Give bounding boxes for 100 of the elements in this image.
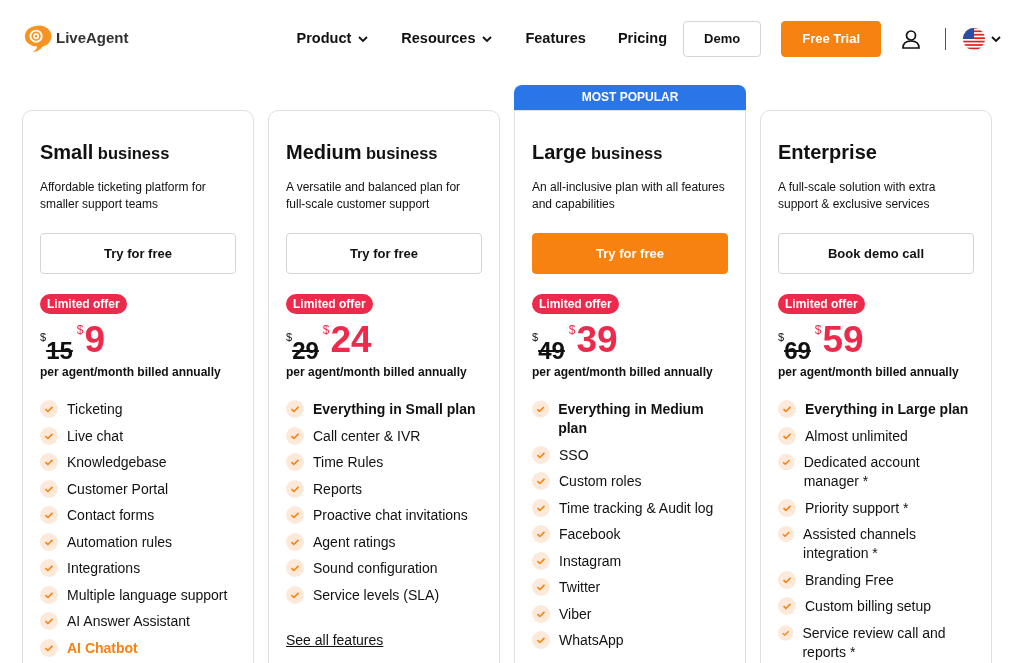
plan-name-suffix: business bbox=[366, 144, 438, 162]
nav-link[interactable]: Features bbox=[525, 27, 586, 50]
check-icon bbox=[40, 638, 58, 657]
feature-text: Proactive chat invitations bbox=[313, 506, 468, 525]
billing-note: per agent/month billed annually bbox=[40, 364, 222, 381]
feature-text: Everything in Medium plan bbox=[558, 400, 705, 438]
offer-badge: Limited offer bbox=[40, 294, 127, 314]
check-icon bbox=[40, 453, 58, 471]
flag-icon[interactable] bbox=[962, 26, 986, 51]
feature-text: Priority support * bbox=[805, 498, 909, 518]
check-icon bbox=[40, 559, 58, 577]
check-icon bbox=[286, 559, 304, 577]
check-icon bbox=[40, 585, 58, 604]
currency-symbol: $ bbox=[568, 322, 576, 339]
feature-text: Time tracking & Audit log bbox=[559, 498, 714, 518]
old-price: 15 bbox=[46, 336, 73, 366]
feature-text: Customer Portal bbox=[67, 479, 169, 499]
currency-symbol: $ bbox=[286, 330, 293, 343]
feature-text: Custom billing setup bbox=[805, 597, 932, 616]
feature-text: Everything in Small plan bbox=[313, 400, 476, 419]
plan-name: Medium bbox=[286, 141, 362, 163]
currency-symbol: $ bbox=[40, 330, 47, 345]
check-icon bbox=[286, 506, 304, 524]
plan-name: Small bbox=[40, 141, 94, 163]
billing-note: per agent/month billed annually bbox=[778, 364, 960, 381]
cta-button[interactable]: Try for free bbox=[40, 233, 236, 274]
feature-text: Branding Free bbox=[805, 570, 894, 590]
old-price: 49 bbox=[538, 337, 565, 366]
check-icon bbox=[778, 623, 794, 642]
currency-symbol: $ bbox=[778, 330, 785, 343]
currency-symbol: $ bbox=[322, 322, 330, 339]
feature-text: AI Chatbot bbox=[67, 638, 138, 658]
feature-text: Knowledgebase bbox=[67, 453, 167, 472]
check-icon bbox=[532, 400, 550, 418]
check-icon bbox=[532, 498, 550, 517]
offer-badge: Limited offer bbox=[532, 294, 619, 314]
feature-text: Dedicated account manager * bbox=[803, 453, 921, 491]
nav-link[interactable]: Product bbox=[296, 27, 370, 50]
feature-text: Agent ratings bbox=[313, 532, 396, 552]
feature-text: Ticketing bbox=[67, 400, 123, 419]
feature-text: Call center & IVR bbox=[313, 426, 421, 446]
feature-text: Reports bbox=[313, 479, 363, 499]
check-icon bbox=[778, 597, 796, 615]
check-icon bbox=[286, 453, 304, 471]
plan-description: An all-inclusive plan with all features and capabilities bbox=[532, 179, 726, 213]
feature-text: Custom roles bbox=[559, 472, 642, 491]
plan-description: A versatile and balanced plan for full-scale customer support bbox=[286, 179, 462, 213]
cta-button[interactable]: Book demo call bbox=[778, 233, 974, 274]
check-icon bbox=[532, 578, 550, 596]
check-icon bbox=[532, 551, 550, 570]
check-icon bbox=[40, 479, 58, 498]
check-icon bbox=[286, 426, 304, 445]
check-icon bbox=[40, 426, 58, 445]
plan-name: Large bbox=[532, 141, 587, 163]
check-icon bbox=[532, 472, 550, 490]
check-icon bbox=[532, 631, 550, 649]
plan-description: Affordable ticketing platform for smaller support teams bbox=[40, 179, 207, 213]
offer-badge: Limited offer bbox=[286, 294, 373, 314]
feature-text: Automation rules bbox=[67, 532, 173, 552]
feature-text: Live chat bbox=[67, 426, 124, 446]
cta-button[interactable]: Try for free bbox=[286, 233, 482, 274]
feature-text: WhatsApp bbox=[559, 631, 624, 650]
check-icon bbox=[286, 400, 304, 418]
currency-symbol: $ bbox=[76, 322, 84, 339]
feature-text: Contact forms bbox=[67, 506, 155, 525]
offer-badge: Limited offer bbox=[778, 294, 865, 314]
billing-note: per agent/month billed annually bbox=[286, 364, 468, 381]
demo-button[interactable]: Demo bbox=[683, 20, 762, 57]
check-icon bbox=[40, 506, 58, 524]
check-icon bbox=[778, 498, 796, 517]
nav-link[interactable]: Resources bbox=[401, 27, 494, 50]
check-icon bbox=[40, 532, 58, 551]
check-icon bbox=[532, 445, 550, 464]
check-icon bbox=[778, 426, 796, 445]
check-icon bbox=[532, 604, 550, 623]
discounted-price: 24 bbox=[330, 321, 372, 359]
logo-text[interactable]: LiveAgent bbox=[56, 27, 129, 50]
check-icon bbox=[778, 400, 796, 418]
see-all-features-link[interactable]: See all features bbox=[286, 630, 384, 651]
old-price: 69 bbox=[784, 337, 811, 366]
feature-text: Viber bbox=[559, 604, 592, 624]
check-icon bbox=[532, 525, 550, 543]
feature-text: Time Rules bbox=[313, 453, 384, 472]
feature-text: Almost unlimited bbox=[805, 426, 908, 446]
feature-text: Service levels (SLA) bbox=[313, 585, 440, 605]
nav-link[interactable]: Pricing bbox=[617, 27, 668, 50]
check-icon bbox=[286, 479, 304, 498]
check-icon bbox=[40, 400, 58, 418]
feature-text: Instagram bbox=[559, 551, 622, 571]
feature-text: Assisted channels integration * bbox=[803, 525, 917, 563]
feature-text: Multiple language support bbox=[67, 585, 228, 605]
plan-name: Enterprise bbox=[778, 141, 877, 163]
check-icon bbox=[286, 585, 304, 604]
billing-note: per agent/month billed annually bbox=[532, 364, 714, 381]
plan-description: A full-scale solution with extra support & exclusive services bbox=[778, 179, 937, 213]
check-icon bbox=[778, 453, 795, 471]
check-icon bbox=[286, 532, 304, 551]
plan-name-suffix: business bbox=[590, 144, 663, 162]
user-icon[interactable] bbox=[901, 28, 921, 49]
check-icon bbox=[778, 570, 796, 589]
